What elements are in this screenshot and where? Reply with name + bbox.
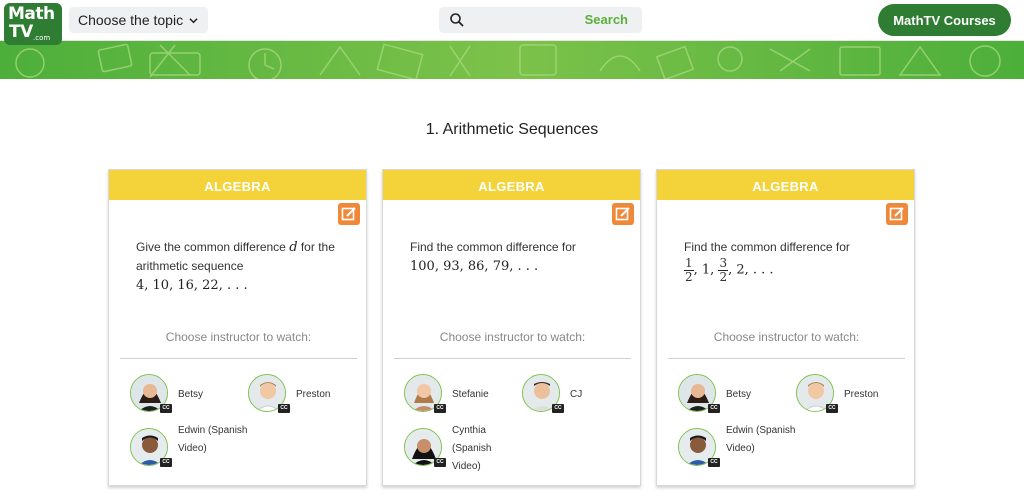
instructor-cj[interactable]: CC CJ (522, 374, 632, 416)
closed-caption-badge: CC (160, 458, 172, 467)
problem-card: ALGEBRA Find the common difference for 1… (382, 169, 641, 486)
instructor-betsy[interactable]: CC Betsy (130, 374, 240, 416)
card-category: ALGEBRA (383, 170, 640, 200)
sequence-middle: , 1, (693, 262, 719, 278)
problem-text-start: Find the common difference for (684, 240, 850, 254)
fraction-numerator: 1 (684, 256, 694, 271)
problem-text: Find the common difference for 100, 93, … (410, 238, 630, 276)
instructor-name: Preston (844, 389, 879, 400)
fraction-denominator: 2 (719, 270, 728, 284)
choose-topic-dropdown[interactable]: Choose the topic (69, 7, 208, 33)
edit-icon (341, 207, 356, 221)
edit-button[interactable] (612, 203, 634, 225)
choose-topic-label: Choose the topic (78, 12, 184, 28)
mathtv-courses-button[interactable]: MathTV Courses (878, 4, 1011, 36)
search-button[interactable]: Search (585, 12, 628, 27)
chevron-down-icon (189, 17, 198, 23)
instructor-name: Betsy (178, 389, 204, 400)
divider (394, 358, 631, 359)
card-category: ALGEBRA (657, 170, 914, 200)
closed-caption-badge: CC (160, 404, 172, 413)
logo-text-tv: TV (9, 22, 33, 42)
closed-caption-badge: CC (708, 404, 720, 413)
instructor-preston[interactable]: CC Preston (248, 374, 358, 416)
problem-card: ALGEBRA Find the common difference for 1… (656, 169, 915, 486)
choose-instructor-label: Choose instructor to watch: (165, 330, 312, 344)
divider (120, 358, 357, 359)
instructor-name: CJ (570, 389, 583, 400)
mathtv-logo[interactable]: Math TV .com (4, 3, 62, 45)
problem-text-start: Give the common difference (136, 240, 290, 254)
banner-doodles (15, 43, 1001, 79)
choose-instructor-label: Choose instructor to watch: (439, 330, 586, 344)
instructor-name: Edwin (Spanish Video) (726, 425, 796, 454)
logo-text-suffix: .com (33, 34, 51, 42)
problem-text: Find the common difference for 12, 1, 32… (684, 238, 904, 284)
problem-variable: d (289, 240, 298, 255)
instructor-cynthia[interactable]: CC Cynthia (Spanish Video) (404, 425, 514, 472)
fraction: 12 (684, 257, 694, 284)
closed-caption-badge: CC (826, 404, 838, 413)
page-title: 1. Arithmetic Sequences (425, 121, 599, 138)
top-bar: Math TV .com Choose the topic Search Mat… (0, 0, 1024, 45)
search-input[interactable] (473, 10, 583, 30)
search-icon (450, 13, 464, 27)
instructor-name: Cynthia (Spanish Video) (452, 425, 492, 472)
instructor-betsy[interactable]: CC Betsy (678, 374, 788, 416)
problem-text-start: Find the common difference for (410, 240, 576, 254)
closed-caption-badge: CC (434, 404, 446, 413)
closed-caption-badge: CC (552, 404, 564, 413)
divider (668, 358, 905, 359)
fraction: 32 (718, 256, 729, 284)
instructor-preston[interactable]: CC Preston (796, 374, 906, 416)
fraction-denominator: 2 (685, 270, 693, 284)
instructor-edwin[interactable]: CC Edwin (Spanish Video) (130, 425, 247, 470)
problem-sequence: 100, 93, 86, 79, . . . (410, 259, 539, 274)
hero-banner (0, 41, 1024, 79)
instructor-stefanie[interactable]: CC Stefanie (404, 374, 514, 416)
search-bar: Search (439, 7, 642, 33)
instructor-name: Edwin (Spanish Video) (178, 425, 248, 454)
problem-text: Give the common difference d for the ari… (136, 238, 356, 295)
closed-caption-badge: CC (278, 404, 290, 413)
logo-text-math: Math (8, 4, 55, 24)
problem-card: ALGEBRA Give the common difference d for… (108, 169, 367, 486)
instructor-name: Preston (296, 389, 331, 400)
card-category: ALGEBRA (109, 170, 366, 200)
edit-icon (889, 207, 904, 221)
closed-caption-badge: CC (708, 458, 720, 467)
fraction-numerator: 3 (718, 256, 729, 271)
instructor-edwin[interactable]: CC Edwin (Spanish Video) (678, 425, 795, 470)
edit-button[interactable] (338, 203, 360, 225)
closed-caption-badge: CC (434, 458, 446, 467)
choose-instructor-label: Choose instructor to watch: (713, 330, 860, 344)
problem-sequence: 4, 10, 16, 22, . . . (136, 278, 248, 293)
instructor-name: Betsy (726, 389, 752, 400)
edit-icon (615, 207, 630, 221)
sequence-tail: , 2, . . . (728, 262, 774, 278)
edit-button[interactable] (886, 203, 908, 225)
instructor-name: Stefanie (452, 389, 489, 400)
